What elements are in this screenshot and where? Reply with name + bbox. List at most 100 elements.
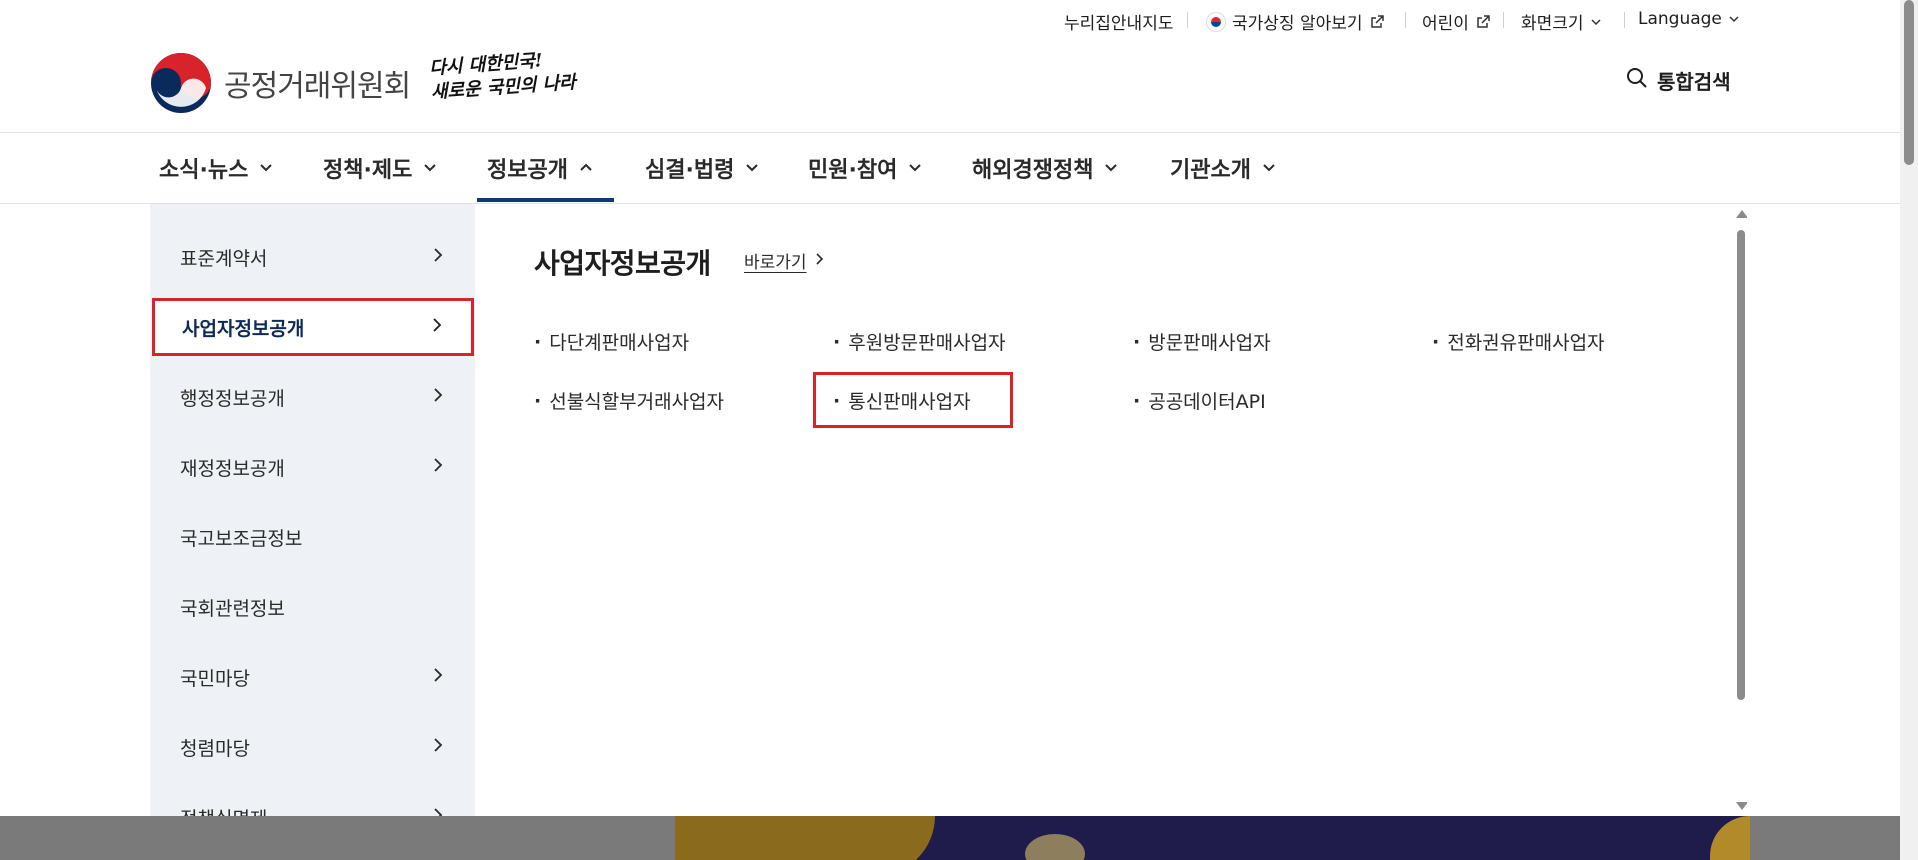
chevron-up-icon bbox=[578, 156, 594, 181]
screen-size-label: 화면크기 bbox=[1521, 14, 1584, 34]
chevron-down-icon bbox=[1103, 156, 1119, 181]
gnb-label: 기관소개 bbox=[1170, 158, 1251, 183]
language-label: Language bbox=[1638, 9, 1722, 29]
link-label: 선불식할부거래사업자 bbox=[549, 391, 725, 413]
utility-bar: 누리집안내지도 국가상징 알아보기 어린이 화면크기 Language bbox=[0, 0, 1918, 40]
chevron-down-icon bbox=[1261, 156, 1277, 181]
mail-order-highlight bbox=[813, 372, 1013, 428]
slogan-signature: 다시 대한민국! 새로운 국민의 나라 bbox=[429, 47, 577, 105]
kids-label: 어린이 bbox=[1422, 14, 1469, 34]
link-prepaid-installment[interactable]: 선불식할부거래사업자 bbox=[534, 387, 724, 414]
sidebar-item-admin-disclosure[interactable]: 행정정보공개 bbox=[150, 368, 475, 426]
gnb-label: 해외경쟁정책 bbox=[972, 158, 1094, 183]
chevron-down-icon bbox=[1728, 13, 1740, 25]
government-emblem-icon bbox=[151, 53, 211, 113]
link-telemarketing-sales[interactable]: 전화권유판매사업자 bbox=[1432, 328, 1604, 355]
gnb-item-about[interactable]: 기관소개 bbox=[1170, 152, 1277, 184]
sidebar-item-label: 행정정보공개 bbox=[180, 387, 285, 410]
utility-divider bbox=[1187, 12, 1188, 28]
chevron-right-icon bbox=[815, 251, 825, 271]
chevron-right-icon bbox=[431, 666, 445, 688]
sidebar-item-label: 재정정보공개 bbox=[180, 457, 285, 480]
banner-decoration bbox=[1710, 816, 1750, 860]
gnb-item-disclosure[interactable]: 정보공개 bbox=[487, 152, 594, 184]
link-sponsored-visit-sales[interactable]: 후원방문판매사업자 bbox=[833, 328, 1006, 355]
search-label: 통합검색 bbox=[1657, 70, 1731, 94]
link-label: 다단계판매사업자 bbox=[549, 332, 690, 354]
menu-scroll-thumb[interactable] bbox=[1737, 230, 1745, 700]
chevron-down-icon bbox=[907, 156, 923, 181]
gnb-item-policy[interactable]: 정책·제도 bbox=[323, 152, 438, 184]
gnb-label: 소식·뉴스 bbox=[159, 158, 249, 183]
chevron-right-icon bbox=[431, 246, 445, 268]
gnb-item-overseas[interactable]: 해외경쟁정책 bbox=[972, 152, 1119, 184]
sidebar-item-subsidy-info[interactable]: 국고보조금정보 bbox=[150, 508, 475, 566]
chevron-down-icon bbox=[258, 156, 274, 181]
header-divider bbox=[0, 132, 1900, 133]
link-label: 공공데이터API bbox=[1148, 391, 1266, 413]
sidebar-item-label: 표준계약서 bbox=[180, 247, 268, 270]
korea-flag-icon bbox=[1206, 11, 1226, 32]
page-scroll-thumb[interactable] bbox=[1904, 0, 1914, 165]
sidebar-item-label: 국회관련정보 bbox=[180, 597, 285, 620]
screen-size-dropdown[interactable]: 화면크기 bbox=[1521, 9, 1602, 34]
external-link-icon bbox=[1475, 14, 1491, 30]
sidebar-item-business-disclosure[interactable]: 사업자정보공개 bbox=[152, 298, 474, 356]
scroll-down-arrow[interactable] bbox=[1736, 802, 1747, 810]
go-shortcut-link[interactable]: 바로가기 bbox=[744, 248, 825, 273]
main-banner-image bbox=[675, 816, 1750, 860]
sidebar-item-integrity-yard[interactable]: 청렴마당 bbox=[150, 718, 475, 776]
gnb-label: 민원·참여 bbox=[808, 158, 898, 183]
go-shortcut-label: 바로가기 bbox=[744, 253, 807, 273]
site-logo[interactable]: 공정거래위원회 bbox=[150, 52, 411, 114]
mega-menu-sidebar: 표준계약서 사업자정보공개 행정정보공개 재정정보공개 국고보조금정보 국회관련… bbox=[150, 204, 475, 816]
gnb-item-civil[interactable]: 민원·참여 bbox=[808, 152, 923, 184]
integrated-search-button[interactable]: 통합검색 bbox=[1626, 66, 1731, 95]
sidebar-item-label: 국민마당 bbox=[180, 667, 250, 690]
utility-divider bbox=[1624, 12, 1625, 28]
gnb-item-news[interactable]: 소식·뉴스 bbox=[159, 152, 274, 184]
kids-link[interactable]: 어린이 bbox=[1422, 9, 1491, 34]
sidebar-item-label: 사업자정보공개 bbox=[182, 317, 305, 340]
link-label: 방문판매사업자 bbox=[1148, 332, 1271, 354]
sitemap-label: 누리집안내지도 bbox=[1064, 14, 1174, 34]
national-symbols-link[interactable]: 국가상징 알아보기 bbox=[1206, 9, 1385, 34]
chevron-right-icon bbox=[431, 386, 445, 408]
utility-divider bbox=[1503, 12, 1504, 28]
page-scrollbar[interactable] bbox=[1900, 0, 1918, 860]
sidebar-item-citizens-yard[interactable]: 국민마당 bbox=[150, 648, 475, 706]
utility-divider bbox=[1405, 12, 1406, 28]
banner-decoration bbox=[675, 816, 935, 860]
sidebar-item-finance-disclosure[interactable]: 재정정보공개 bbox=[150, 438, 475, 496]
chevron-right-icon bbox=[431, 456, 445, 478]
gnb-label: 정보공개 bbox=[487, 158, 568, 183]
gnb-label: 정책·제도 bbox=[323, 158, 413, 183]
chevron-right-icon bbox=[430, 316, 444, 338]
scroll-up-arrow[interactable] bbox=[1736, 210, 1747, 218]
sitemap-link[interactable]: 누리집안내지도 bbox=[1064, 9, 1173, 34]
org-name: 공정거래위원회 bbox=[224, 69, 411, 104]
national-symbols-label: 국가상징 알아보기 bbox=[1232, 14, 1363, 34]
chevron-down-icon bbox=[744, 156, 760, 181]
link-door-to-door-sales[interactable]: 방문판매사업자 bbox=[1133, 328, 1271, 355]
gnb-active-indicator bbox=[477, 198, 614, 202]
menu-scrollbar[interactable] bbox=[1735, 210, 1747, 810]
search-icon bbox=[1626, 67, 1648, 94]
link-label: 후원방문판매사업자 bbox=[848, 332, 1006, 354]
chevron-right-icon bbox=[431, 806, 445, 816]
sidebar-item-label: 정책실명제 bbox=[180, 804, 267, 817]
gnb-label: 심결·법령 bbox=[645, 158, 735, 183]
sidebar-item-policy-real-name[interactable]: 정책실명제 bbox=[150, 788, 475, 816]
language-dropdown[interactable]: Language bbox=[1638, 9, 1740, 29]
gnb-item-decisions[interactable]: 심결·법령 bbox=[645, 152, 760, 184]
sidebar-item-assembly-info[interactable]: 국회관련정보 bbox=[150, 578, 475, 636]
chevron-down-icon bbox=[422, 156, 438, 181]
link-multilevel-sales[interactable]: 다단계판매사업자 bbox=[534, 328, 689, 355]
sidebar-item-standard-contracts[interactable]: 표준계약서 bbox=[150, 228, 475, 286]
chevron-down-icon bbox=[1590, 16, 1602, 28]
link-public-data-api[interactable]: 공공데이터API bbox=[1133, 387, 1266, 414]
sidebar-item-label: 청렴마당 bbox=[180, 737, 250, 760]
external-link-icon bbox=[1369, 14, 1385, 30]
mega-menu-panel: 표준계약서 사업자정보공개 행정정보공개 재정정보공개 국고보조금정보 국회관련… bbox=[150, 204, 1747, 816]
sidebar-item-label: 국고보조금정보 bbox=[180, 527, 303, 550]
